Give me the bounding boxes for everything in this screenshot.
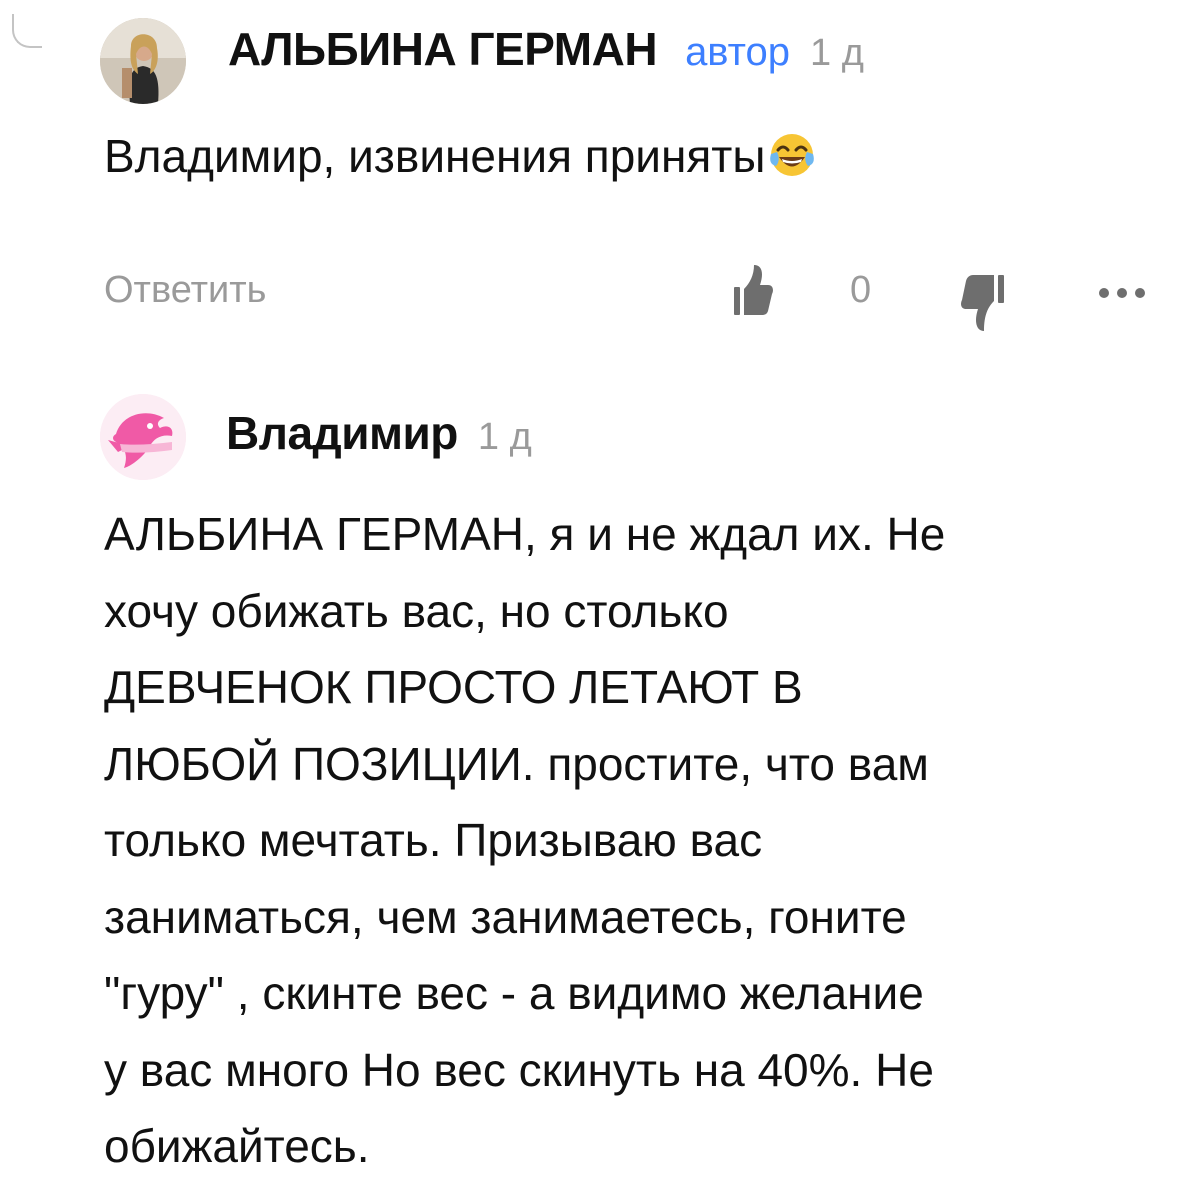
comment-time: 1 д <box>810 32 864 74</box>
comment-actions: Ответить 0 <box>104 255 1164 335</box>
reply-thread-line <box>12 14 42 48</box>
comment-body: Владимир, извинения приняты <box>104 130 766 182</box>
comment-header: АЛЬБИНА ГЕРМАН автор 1 д <box>228 22 864 76</box>
comment-text: Владимир, извинения приняты <box>104 118 1164 195</box>
avatar[interactable] <box>100 18 186 104</box>
like-count: 0 <box>850 269 872 311</box>
comment-time: 1 д <box>477 416 532 458</box>
face-with-tears-of-joy-icon <box>770 134 815 176</box>
more-options-icon[interactable] <box>1096 283 1148 303</box>
reply-button[interactable]: Ответить <box>104 269 266 312</box>
author-name[interactable]: АЛЬБИНА ГЕРМАН <box>228 22 658 76</box>
comment-body: АЛЬБИНА ГЕРМАН, я и не ждал их. Не хочу … <box>104 508 946 1172</box>
pink-dolphin-avatar-icon <box>100 394 186 480</box>
avatar[interactable] <box>100 394 186 480</box>
author-name[interactable]: Владимир <box>226 406 458 460</box>
author-badge: автор <box>685 30 791 74</box>
user-photo-icon <box>100 18 186 104</box>
comment-header: Владимир 1 д <box>226 406 532 460</box>
thumbs-down-icon[interactable] <box>954 273 1010 335</box>
thumbs-up-icon[interactable] <box>720 261 776 317</box>
